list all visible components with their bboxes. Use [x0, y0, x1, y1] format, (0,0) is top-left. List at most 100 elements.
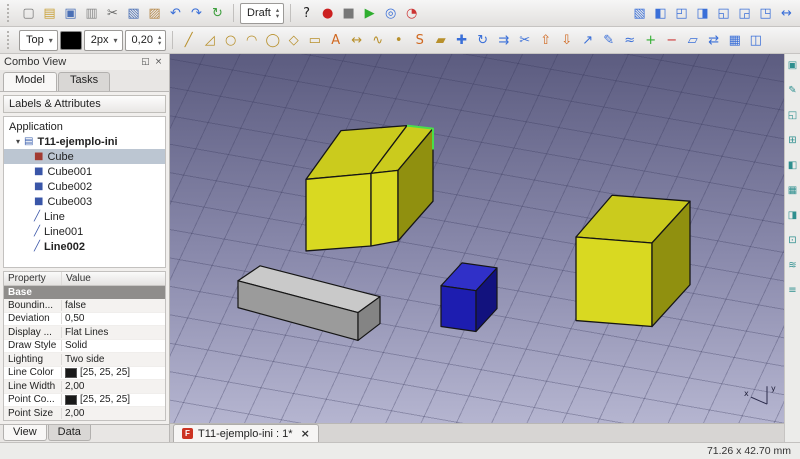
tree-item-cube001[interactable]: ■ Cube001 [4, 164, 165, 179]
draft-dimension-icon[interactable]: ↔ [347, 30, 366, 50]
draft-shape2dview-icon[interactable]: ▱ [683, 30, 702, 50]
line-color-button[interactable] [60, 31, 82, 50]
print-icon[interactable]: ▥ [82, 3, 101, 23]
view-left-icon[interactable]: ◳ [756, 3, 775, 23]
spinner-arrows-icon[interactable]: ▴▾ [276, 7, 279, 19]
property-row-lighting[interactable]: Lighting Two side [4, 353, 165, 367]
draft-arc-icon[interactable]: ◠ [242, 30, 261, 50]
draft-offset-icon[interactable]: ⇉ [494, 30, 513, 50]
draft-to-sketch-icon[interactable]: ⇄ [704, 30, 723, 50]
property-row-draw-style[interactable]: Draw Style Solid [4, 340, 165, 354]
line-width-selector[interactable]: 2px ▾ [84, 30, 123, 51]
view-isometric-icon[interactable]: ▧ [630, 3, 649, 23]
blue-cube[interactable] [441, 263, 497, 332]
draft-upgrade-icon[interactable]: ⇧ [536, 30, 555, 50]
view-preset-selector[interactable]: Top ▾ [19, 30, 58, 51]
workbench-selector[interactable]: Draft ▴▾ [240, 3, 284, 24]
property-row-line-color[interactable]: Line Color [25, 25, 25] [4, 367, 165, 381]
copy-icon[interactable]: ▧ [124, 3, 143, 23]
yellow-cube-pair[interactable] [306, 126, 433, 251]
draft-scale-icon[interactable]: ↗ [578, 30, 597, 50]
draw-style-icon[interactable]: ◔ [402, 3, 421, 23]
draft-bspline-icon[interactable]: ∿ [368, 30, 387, 50]
expander-icon[interactable]: ▾ [16, 137, 20, 146]
spinner-arrows-icon[interactable]: ▴▾ [158, 34, 161, 46]
tree-item-document[interactable]: ▾ ▤ T11-ejemplo-ini [4, 134, 165, 149]
draft-array-icon[interactable]: ▦ [725, 30, 744, 50]
draft-rectangle-icon[interactable]: ▭ [305, 30, 324, 50]
side-tool-icon-8[interactable]: ⊡ [786, 234, 799, 247]
draft-text-icon[interactable]: A [326, 30, 345, 50]
property-row-display-mode[interactable]: Display ... Flat Lines [4, 326, 165, 340]
gray-box[interactable] [238, 266, 380, 341]
tab-data[interactable]: Data [48, 425, 91, 441]
whats-this-icon[interactable]: ? [297, 3, 316, 23]
tree-item-cube002[interactable]: ■ Cube002 [4, 179, 165, 194]
property-row-line-width[interactable]: Line Width 2,00 [4, 380, 165, 394]
draft-add-point-icon[interactable]: + [641, 30, 660, 50]
float-panel-icon[interactable]: ◱ [139, 56, 152, 68]
view-bottom-icon[interactable]: ◲ [735, 3, 754, 23]
tab-view[interactable]: View [3, 425, 47, 441]
yellow-cube[interactable] [576, 195, 690, 326]
tab-model[interactable]: Model [3, 72, 57, 91]
draft-polygon-icon[interactable]: ◇ [284, 30, 303, 50]
side-tool-icon-3[interactable]: ◱ [786, 109, 799, 122]
side-tool-icon-6[interactable]: ▦ [786, 184, 799, 197]
zoom-fit-all-icon[interactable]: ◎ [381, 3, 400, 23]
draft-circle-icon[interactable]: ○ [221, 30, 240, 50]
side-tool-icon-1[interactable]: ▣ [786, 59, 799, 72]
property-row-bounding-box[interactable]: Boundin... false [4, 299, 165, 313]
close-tab-icon[interactable]: × [301, 427, 310, 440]
tree-item-cube003[interactable]: ■ Cube003 [4, 194, 165, 209]
paste-icon[interactable]: ▨ [145, 3, 164, 23]
side-tool-icon-4[interactable]: ⊞ [786, 134, 799, 147]
tab-tasks[interactable]: Tasks [58, 72, 110, 91]
close-panel-icon[interactable]: × [152, 56, 165, 68]
property-row-deviation[interactable]: Deviation 0,50 [4, 313, 165, 327]
draft-move-icon[interactable]: ✚ [452, 30, 471, 50]
tree-item-application[interactable]: Application [4, 119, 165, 134]
draft-facebinder-icon[interactable]: ▰ [431, 30, 450, 50]
side-tool-icon-7[interactable]: ◨ [786, 209, 799, 222]
view-rear-icon[interactable]: ◱ [714, 3, 733, 23]
draft-line-icon[interactable]: ╱ [179, 30, 198, 50]
cut-icon[interactable]: ✂ [103, 3, 122, 23]
side-tool-icon-9[interactable]: ≋ [786, 259, 799, 272]
property-row-selectable[interactable]: Selectable true [4, 421, 165, 422]
redo-icon[interactable]: ↷ [187, 3, 206, 23]
tree-item-line001[interactable]: ╱ Line001 [4, 224, 165, 239]
save-document-icon[interactable]: ▣ [61, 3, 80, 23]
macro-record-icon[interactable]: ● [318, 3, 337, 23]
draft-polyline-icon[interactable]: ◿ [200, 30, 219, 50]
view-top-icon[interactable]: ◰ [672, 3, 691, 23]
draft-delete-point-icon[interactable]: − [662, 30, 681, 50]
draft-point-icon[interactable]: • [389, 30, 408, 50]
draft-rotate-icon[interactable]: ↻ [473, 30, 492, 50]
draft-wire-to-bspline-icon[interactable]: ≈ [620, 30, 639, 50]
macro-execute-icon[interactable]: ▶ [360, 3, 379, 23]
side-tool-icon-2[interactable]: ✎ [786, 84, 799, 97]
property-row-point-size[interactable]: Point Size 2,00 [4, 407, 165, 421]
draft-mirror-icon[interactable]: ◫ [746, 30, 765, 50]
document-tab[interactable]: F T11-ejemplo-ini : 1* × [173, 424, 319, 442]
open-document-icon[interactable]: ▤ [40, 3, 59, 23]
tree-item-line002[interactable]: ╱ Line002 [4, 239, 165, 254]
undo-icon[interactable]: ↶ [166, 3, 185, 23]
draft-downgrade-icon[interactable]: ⇩ [557, 30, 576, 50]
draft-trimex-icon[interactable]: ✂ [515, 30, 534, 50]
draft-shapestring-icon[interactable]: S [410, 30, 429, 50]
3d-viewport[interactable]: y x [170, 54, 784, 423]
view-front-icon[interactable]: ◧ [651, 3, 670, 23]
new-document-icon[interactable]: ▢ [19, 3, 38, 23]
side-tool-icon-5[interactable]: ◧ [786, 159, 799, 172]
measure-distance-icon[interactable]: ↔ [777, 3, 796, 23]
draft-edit-icon[interactable]: ✎ [599, 30, 618, 50]
refresh-icon[interactable]: ↻ [208, 3, 227, 23]
property-row-point-color[interactable]: Point Co... [25, 25, 25] [4, 394, 165, 408]
macro-stop-icon[interactable]: ■ [339, 3, 358, 23]
tree-item-cube[interactable]: ■ Cube [4, 149, 165, 164]
draft-ellipse-icon[interactable]: ◯ [263, 30, 282, 50]
scale-spinbox[interactable]: 0,20 ▴▾ [125, 30, 167, 51]
view-right-icon[interactable]: ◨ [693, 3, 712, 23]
